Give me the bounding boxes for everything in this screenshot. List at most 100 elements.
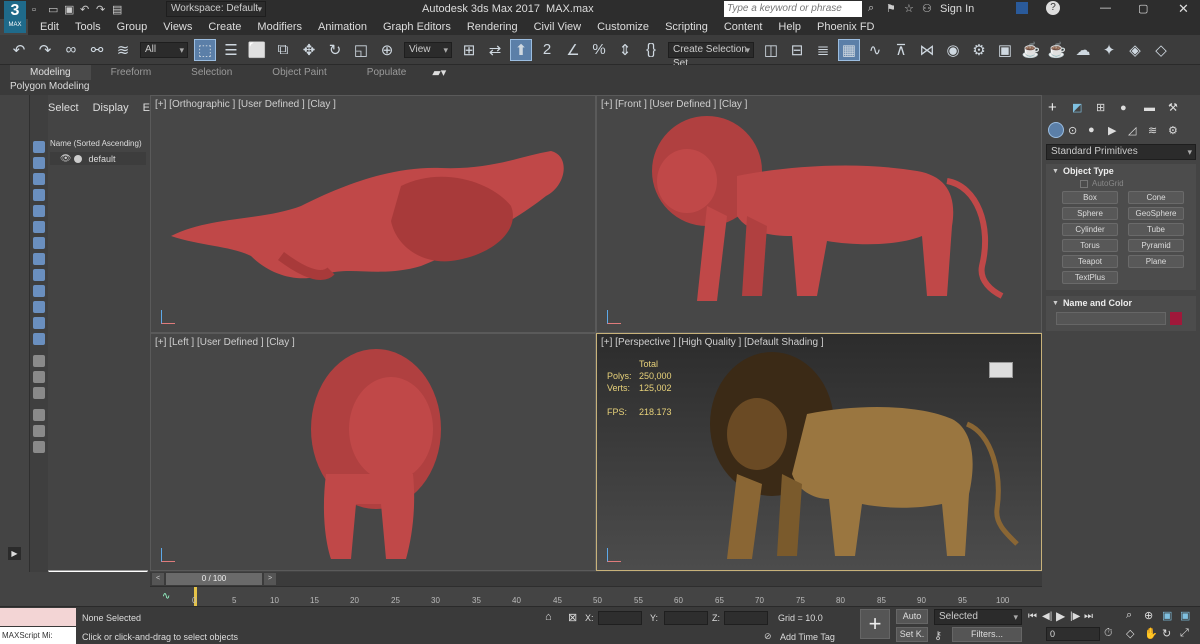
open-file-icon[interactable]: ▭ xyxy=(48,3,64,16)
scale-icon[interactable]: ◱ xyxy=(350,39,372,61)
phoenix-source-icon[interactable]: ◇ xyxy=(1150,39,1172,61)
layer-filter-icon[interactable] xyxy=(33,441,45,453)
time-slider-next-icon[interactable]: > xyxy=(264,573,276,585)
menu-edit[interactable]: Edit xyxy=(32,19,67,35)
torus-button[interactable]: Torus xyxy=(1062,239,1118,252)
explorer-tab-display[interactable]: Display xyxy=(86,102,136,114)
tab-object-paint[interactable]: Object Paint xyxy=(252,65,346,80)
display-cameras-icon[interactable] xyxy=(33,189,45,201)
primitive-category-dropdown[interactable]: Standard Primitives xyxy=(1046,144,1196,160)
help-icon[interactable]: ? xyxy=(1046,1,1060,15)
filter-icon[interactable] xyxy=(33,409,45,421)
tube-button[interactable]: Tube xyxy=(1128,223,1184,236)
go-to-end-icon[interactable]: ⏭ xyxy=(1084,611,1098,622)
viewport-left[interactable]: [+] [Left ] [User Defined ] [Clay ] xyxy=(150,333,596,571)
menu-rendering[interactable]: Rendering xyxy=(459,19,526,35)
minimize-icon[interactable]: — xyxy=(1100,2,1111,14)
menu-group[interactable]: Group xyxy=(109,19,156,35)
filters-button[interactable]: Filters... xyxy=(952,627,1022,642)
textplus-button[interactable]: TextPlus xyxy=(1062,271,1118,284)
geometry-icon[interactable] xyxy=(1048,122,1064,138)
display-helpers-icon[interactable] xyxy=(33,221,45,233)
keyboard-shortcut-override-icon[interactable]: ⬆ xyxy=(510,38,532,61)
layer-manager-icon[interactable]: ≣ xyxy=(812,39,834,61)
display-children-icon[interactable] xyxy=(33,355,45,367)
display-none-icon[interactable] xyxy=(33,141,45,153)
tab-selection[interactable]: Selection xyxy=(171,65,252,80)
menu-tools[interactable]: Tools xyxy=(67,19,109,35)
viewport-perspective[interactable]: [+] [Perspective ] [High Quality ] [Defa… xyxy=(596,333,1042,571)
menu-civil-view[interactable]: Civil View xyxy=(526,19,589,35)
collapse-icon[interactable]: ▼ xyxy=(1052,300,1059,307)
time-configuration-icon[interactable]: ⏱ xyxy=(1104,627,1113,640)
phoenix-liquid-icon[interactable]: ◈ xyxy=(1124,39,1146,61)
y-coordinate-field[interactable] xyxy=(664,611,708,625)
app-logo[interactable]: 3 MAX xyxy=(4,1,26,33)
close-icon[interactable]: ✕ xyxy=(1178,1,1189,17)
pivot-center-icon[interactable]: ⊞ xyxy=(458,39,480,61)
create-tab-icon[interactable]: + xyxy=(1048,99,1072,116)
menu-modifiers[interactable]: Modifiers xyxy=(249,19,310,35)
menu-phoenix-fd[interactable]: Phoenix FD xyxy=(809,19,882,35)
percent-snap-icon[interactable]: % xyxy=(588,39,610,61)
display-hidden-icon[interactable] xyxy=(33,333,45,345)
cylinder-button[interactable]: Cylinder xyxy=(1062,223,1118,236)
shapes-icon[interactable]: ⊙ xyxy=(1068,124,1088,137)
key-filter-icon[interactable]: ⚷ xyxy=(934,629,942,642)
zoom-extents-icon[interactable]: ▣ xyxy=(1162,609,1180,622)
project-folder-icon[interactable]: ▤ xyxy=(112,3,128,16)
new-file-icon[interactable]: ▫ xyxy=(32,4,48,16)
exchange-icon[interactable] xyxy=(1016,2,1028,14)
display-frozen-icon[interactable] xyxy=(33,317,45,329)
menu-help[interactable]: Help xyxy=(770,19,809,35)
mirror-icon[interactable]: ◫ xyxy=(760,39,782,61)
display-bones-icon[interactable] xyxy=(33,285,45,297)
menu-scripting[interactable]: Scripting xyxy=(657,19,716,35)
maxscript-listener[interactable] xyxy=(0,608,76,626)
search-input[interactable]: Type a keyword or phrase xyxy=(724,1,862,17)
favorites-icon[interactable]: ☆ xyxy=(904,2,922,15)
geosphere-button[interactable]: GeoSphere xyxy=(1128,207,1184,220)
schematic-view-icon[interactable]: ⋈ xyxy=(916,39,938,61)
menu-animation[interactable]: Animation xyxy=(310,19,375,35)
bind-space-warp-icon[interactable]: ≋ xyxy=(112,39,134,61)
autogrid-checkbox[interactable] xyxy=(1080,179,1088,188)
snaps-toggle-icon[interactable]: 2 xyxy=(536,39,558,61)
hierarchy-tab-icon[interactable]: ⊞ xyxy=(1096,101,1120,114)
tab-modeling[interactable]: Modeling xyxy=(10,65,91,80)
object-color-swatch[interactable] xyxy=(1170,312,1182,325)
time-slider-thumb[interactable]: 0 / 100 xyxy=(166,573,262,585)
material-editor-icon[interactable]: ◉ xyxy=(942,39,964,61)
display-lights-icon[interactable] xyxy=(33,205,45,217)
zoom-all-icon[interactable]: ⊕ xyxy=(1144,609,1162,622)
explorer-tab-select[interactable]: Select xyxy=(41,102,86,114)
render-iterative-icon[interactable]: ☕ xyxy=(1046,39,1068,61)
field-of-view-icon[interactable]: ◇ xyxy=(1126,627,1144,640)
lion-perspective-model[interactable] xyxy=(597,334,1042,571)
plane-button[interactable]: Plane xyxy=(1128,255,1184,268)
motion-tab-icon[interactable]: ● xyxy=(1120,102,1144,114)
redo-icon[interactable]: ↷ xyxy=(34,39,56,61)
display-xrefs-icon[interactable] xyxy=(33,269,45,281)
select-object-icon[interactable]: ⬚ xyxy=(194,38,216,61)
selection-filter-dropdown[interactable]: All xyxy=(140,41,188,58)
expand-arrow-icon[interactable]: ▶ xyxy=(8,547,21,560)
reference-coordinate-dropdown[interactable]: View xyxy=(404,41,452,58)
phoenix-fire-icon[interactable]: ✦ xyxy=(1098,39,1120,61)
helpers-icon[interactable]: ◿ xyxy=(1128,124,1148,137)
placement-icon[interactable]: ⊕ xyxy=(376,39,398,61)
rectangular-selection-icon[interactable]: ⬜ xyxy=(246,39,268,61)
object-name-field[interactable] xyxy=(1056,312,1166,325)
pan-icon[interactable]: ✋ xyxy=(1144,627,1162,640)
display-influences-icon[interactable] xyxy=(33,371,45,383)
align-icon[interactable]: ⊟ xyxy=(786,39,808,61)
tab-freeform[interactable]: Freeform xyxy=(91,65,172,80)
rendered-frame-window-icon[interactable]: ▣ xyxy=(994,39,1016,61)
time-slider[interactable]: < 0 / 100 > xyxy=(150,572,1042,586)
sign-in-link[interactable]: Sign In xyxy=(940,3,974,15)
utilities-tab-icon[interactable]: ⚒ xyxy=(1168,101,1192,114)
communication-icon[interactable]: ⚑ xyxy=(886,2,904,15)
systems-icon[interactable]: ⚙ xyxy=(1168,124,1188,137)
tab-populate[interactable]: Populate xyxy=(347,65,426,80)
x-coordinate-field[interactable] xyxy=(598,611,642,625)
